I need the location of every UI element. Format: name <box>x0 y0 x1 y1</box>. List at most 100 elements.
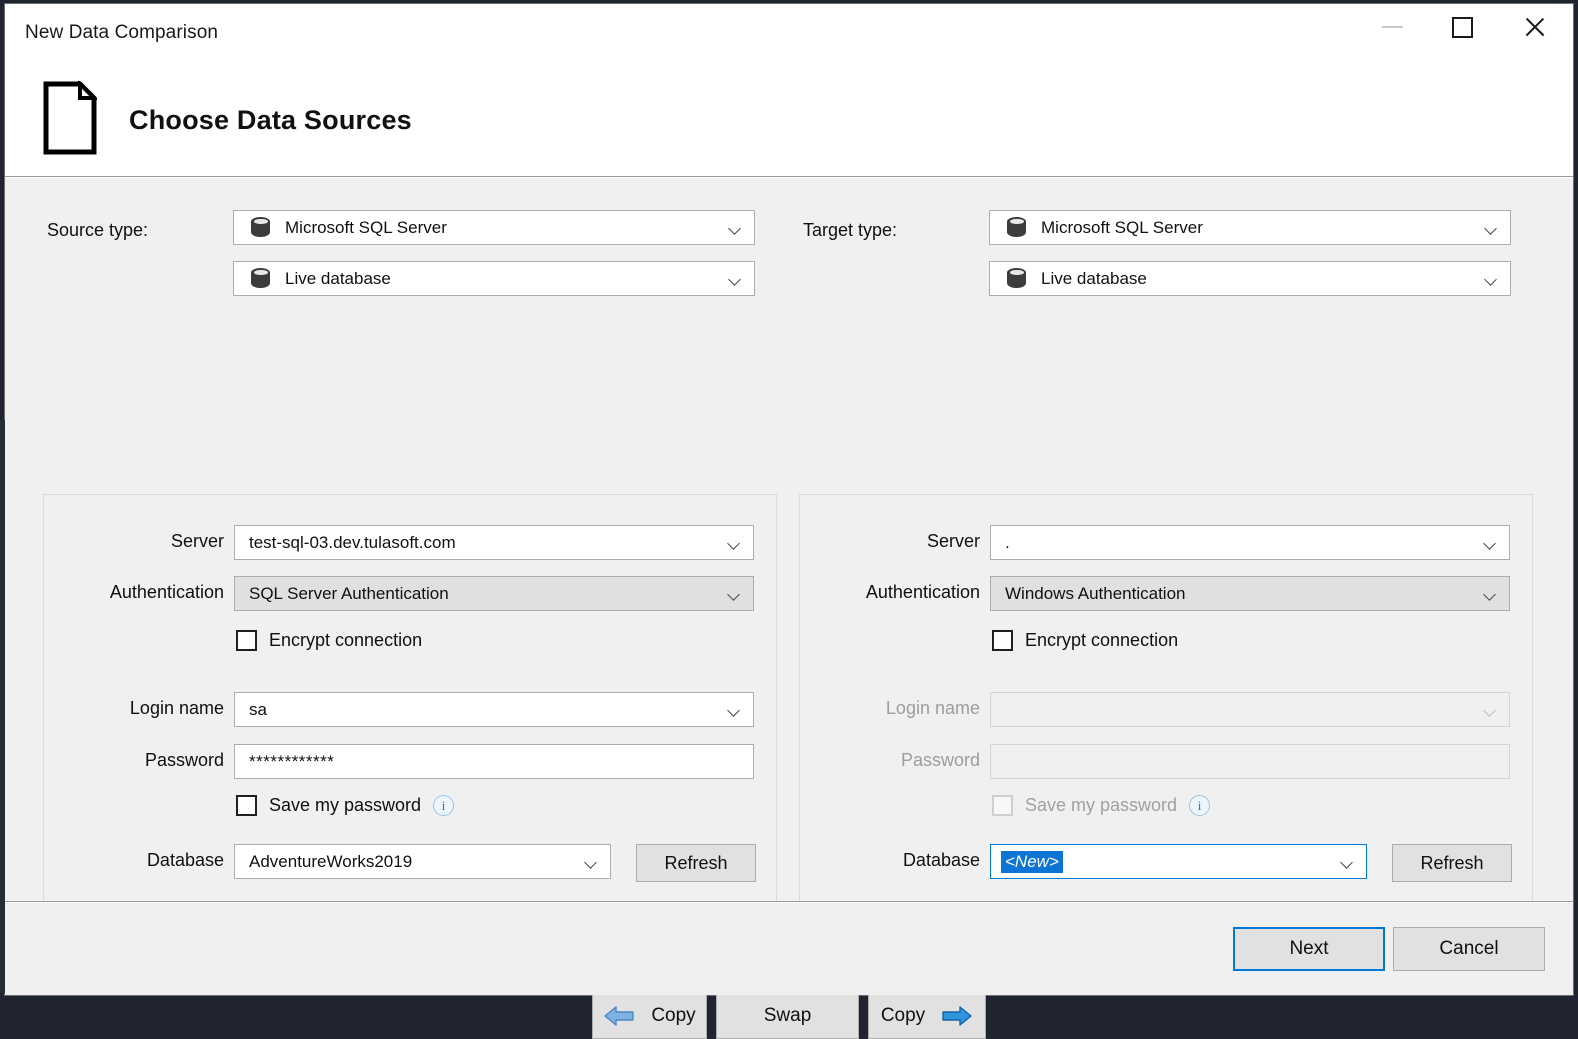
swap-button[interactable]: Swap <box>716 993 859 1039</box>
target-provider-value: Microsoft SQL Server <box>1041 217 1203 237</box>
source-auth-combo[interactable]: SQL Server Authentication <box>234 576 754 611</box>
source-server-value: test-sql-03.dev.tulasoft.com <box>249 532 456 552</box>
database-icon <box>251 216 270 239</box>
chevron-down-icon <box>1485 539 1496 546</box>
chevron-down-icon <box>730 275 741 282</box>
source-password-label: Password <box>144 750 224 770</box>
info-icon[interactable]: i <box>433 795 455 816</box>
target-encrypt-row[interactable]: Encrypt connection <box>992 630 1178 651</box>
source-connection-panel: Server test-sql-03.dev.tulasoft.com Auth… <box>43 494 777 969</box>
cancel-button[interactable]: Cancel <box>1393 927 1545 971</box>
copy-left-label: Copy <box>651 1005 696 1026</box>
source-encrypt-row[interactable]: Encrypt connection <box>236 630 422 651</box>
close-icon <box>1523 15 1547 39</box>
dialog-body: Source type: Microsoft SQL Server Live d… <box>5 177 1573 1039</box>
target-encrypt-label: Encrypt connection <box>1025 630 1179 650</box>
chevron-down-icon <box>729 590 740 597</box>
window-controls <box>1357 4 1573 50</box>
target-database-label: Database <box>902 850 980 870</box>
page-title: Choose Data Sources <box>129 104 412 135</box>
chevron-down-icon <box>1485 590 1496 597</box>
next-label: Next <box>1289 938 1329 959</box>
target-refresh-button[interactable]: Refresh <box>1392 844 1512 882</box>
target-save-password-checkbox <box>992 795 1013 816</box>
source-encrypt-checkbox[interactable] <box>236 630 257 651</box>
chevron-down-icon <box>729 539 740 546</box>
target-server-label: Server <box>926 531 980 551</box>
source-database-value: AdventureWorks2019 <box>249 851 413 871</box>
target-server-combo[interactable]: . <box>990 525 1510 560</box>
target-type-label: Target type: <box>803 220 898 240</box>
document-icon <box>43 78 99 160</box>
target-auth-label: Authentication <box>865 582 980 602</box>
title-bar: New Data Comparison <box>5 4 1573 64</box>
database-icon <box>1007 216 1026 239</box>
footer-divider <box>5 901 1573 902</box>
target-database-combo[interactable]: <New> <box>990 844 1367 879</box>
info-icon[interactable]: i <box>1189 795 1211 816</box>
transfer-buttons: Copy Swap Copy <box>5 993 1573 1039</box>
target-mode-value: Live database <box>1041 268 1147 288</box>
arrow-left-icon <box>603 1005 635 1027</box>
source-auth-label: Authentication <box>109 582 224 602</box>
source-database-label: Database <box>146 850 224 870</box>
source-login-value: sa <box>249 699 267 719</box>
source-refresh-label: Refresh <box>664 852 728 873</box>
source-login-label: Login name <box>129 698 224 718</box>
chevron-down-icon <box>730 224 741 231</box>
chevron-down-icon <box>729 706 740 713</box>
source-refresh-button[interactable]: Refresh <box>636 844 756 882</box>
source-mode-value: Live database <box>285 268 391 288</box>
arrow-right-icon <box>941 1005 973 1027</box>
target-auth-value: Windows Authentication <box>1005 583 1186 603</box>
dialog-window: New Data Comparison Choose Data Sources <box>4 3 1574 1039</box>
maximize-button[interactable] <box>1427 4 1497 50</box>
source-password-value: ************ <box>249 751 335 771</box>
chevron-down-icon <box>1342 858 1353 865</box>
chevron-down-icon <box>586 858 597 865</box>
target-provider-combo[interactable]: Microsoft SQL Server <box>989 210 1511 245</box>
source-save-password-row[interactable]: Save my password i <box>236 795 455 816</box>
copy-left-button[interactable]: Copy <box>592 993 707 1039</box>
source-save-password-label: Save my password <box>269 795 422 815</box>
chevron-down-icon <box>1486 224 1497 231</box>
source-save-password-checkbox[interactable] <box>236 795 257 816</box>
database-icon <box>1007 267 1026 290</box>
target-encrypt-checkbox[interactable] <box>992 630 1013 651</box>
next-button[interactable]: Next <box>1233 927 1385 971</box>
source-password-input[interactable]: ************ <box>234 744 754 779</box>
maximize-icon <box>1451 16 1473 38</box>
source-login-combo[interactable]: sa <box>234 692 754 727</box>
target-database-value: <New> <box>1001 850 1063 873</box>
window-title: New Data Comparison <box>25 22 219 43</box>
target-auth-combo[interactable]: Windows Authentication <box>990 576 1510 611</box>
target-server-value: . <box>1005 532 1010 552</box>
source-provider-combo[interactable]: Microsoft SQL Server <box>233 210 755 245</box>
minimize-button[interactable] <box>1357 4 1427 50</box>
target-connection-panel: Server . Authentication Windows Authenti… <box>799 494 1533 969</box>
source-server-combo[interactable]: test-sql-03.dev.tulasoft.com <box>234 525 754 560</box>
minimize-icon <box>1381 26 1403 28</box>
cancel-label: Cancel <box>1439 938 1499 959</box>
source-database-combo[interactable]: AdventureWorks2019 <box>234 844 611 879</box>
source-auth-value: SQL Server Authentication <box>249 583 449 603</box>
type-selectors: Source type: Microsoft SQL Server Live d… <box>5 210 1573 306</box>
close-button[interactable] <box>1497 4 1573 50</box>
swap-label: Swap <box>763 1005 812 1026</box>
target-login-label: Login name <box>885 698 980 718</box>
window-edge-strip <box>0 420 5 993</box>
source-server-label: Server <box>170 531 224 551</box>
chevron-down-icon <box>1485 706 1496 713</box>
target-save-password-label: Save my password <box>1025 795 1178 815</box>
database-icon <box>251 267 270 290</box>
target-save-password-row: Save my password i <box>992 795 1211 816</box>
source-mode-combo[interactable]: Live database <box>233 261 755 296</box>
footer-buttons: Next Cancel <box>1233 927 1545 971</box>
source-type-label: Source type: <box>47 220 149 240</box>
copy-right-button[interactable]: Copy <box>868 993 986 1039</box>
target-password-label: Password <box>900 750 980 770</box>
copy-right-label: Copy <box>880 1005 926 1026</box>
target-mode-combo[interactable]: Live database <box>989 261 1511 296</box>
source-encrypt-label: Encrypt connection <box>269 630 423 650</box>
chevron-down-icon <box>1486 275 1497 282</box>
